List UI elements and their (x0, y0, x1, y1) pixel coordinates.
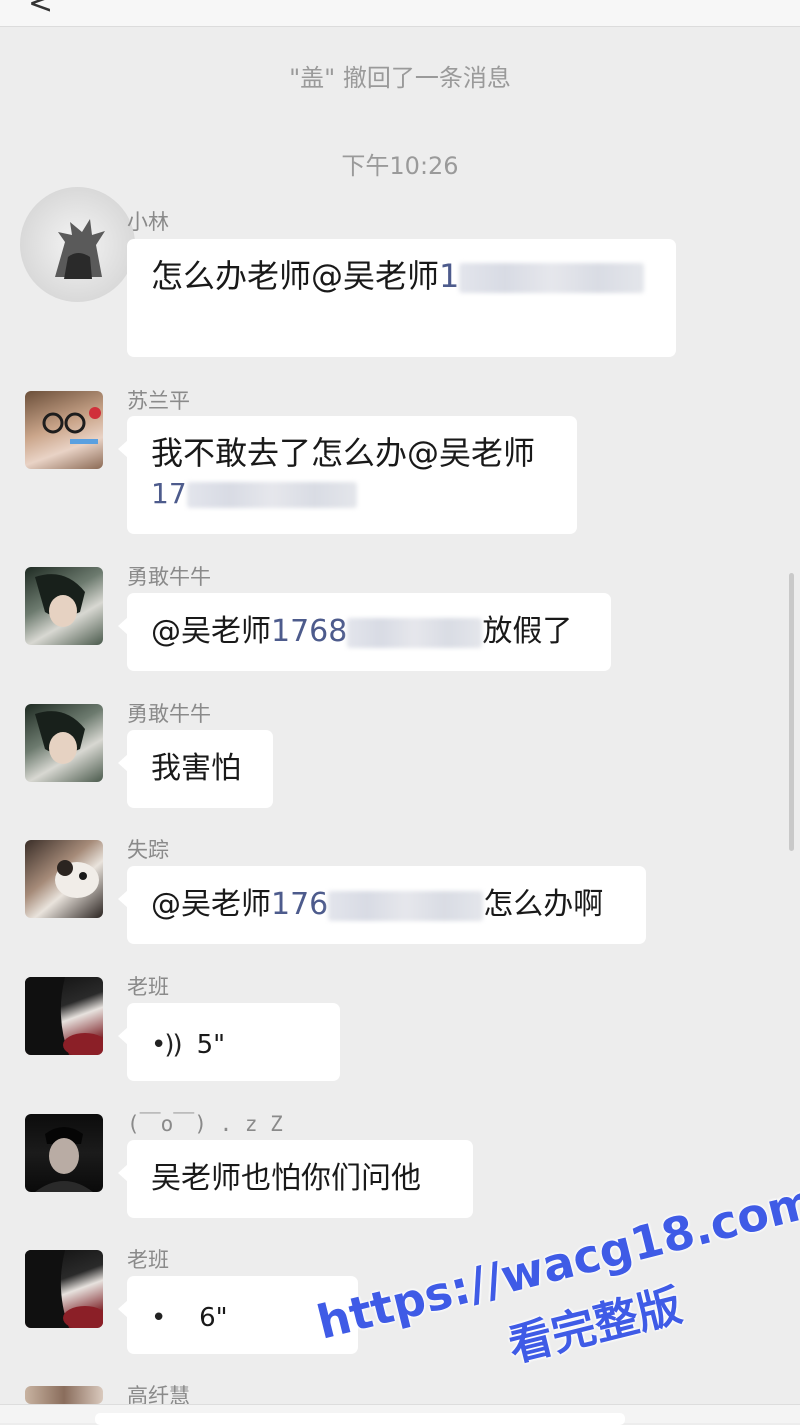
message-text: @吴老师 (151, 614, 271, 649)
voice-duration: 5" (196, 1030, 226, 1060)
dark-avatar[interactable] (25, 977, 103, 1055)
message-input[interactable] (95, 1413, 625, 1425)
message-text: 我害怕 (151, 751, 241, 786)
message-text: 怎么办老师@吴老师 (151, 257, 440, 295)
bubble-tail (118, 440, 128, 458)
blurred-phone (347, 617, 483, 648)
sender-name: 失踪 (127, 838, 169, 862)
sender-name: 苏兰平 (127, 389, 190, 413)
sender-name: 老班 (127, 975, 169, 999)
message-bubble[interactable]: @吴老师1768 放假了 (118, 593, 611, 671)
bubble-tail (118, 1164, 128, 1182)
sender-name: 小林 (127, 210, 169, 234)
message-timestamp: 下午10:26 (341, 152, 459, 180)
blurred-phone (459, 263, 645, 293)
sender-name: 老班 (127, 1248, 169, 1272)
voice-message-bubble[interactable]: •)) 5" (118, 1003, 340, 1081)
message-text: 我不敢去了怎么办@吴老师 (151, 434, 536, 472)
sender-name: 勇敢牛牛 (127, 702, 211, 726)
blurred-phone (328, 890, 484, 921)
dark-avatar[interactable] (25, 1250, 103, 1328)
sender-name: 勇敢牛牛 (127, 565, 211, 589)
partial-avatar[interactable] (25, 1386, 103, 1404)
message-text: @吴老师 (151, 887, 271, 922)
input-bar (0, 1404, 800, 1425)
watermark: https://wacg18.com 看完整版 (290, 1084, 800, 1404)
phone-number[interactable]: 17 (151, 477, 187, 510)
back-icon[interactable]: < (28, 0, 53, 21)
phone-number[interactable]: 1 (439, 257, 459, 295)
voice-duration: 6" (199, 1303, 228, 1333)
blurred-phone (186, 482, 357, 508)
voice-wave-icon: •)) (151, 1030, 183, 1060)
bubble-tail (118, 1027, 128, 1045)
portrait-avatar[interactable] (25, 1114, 103, 1192)
message-bubble[interactable]: 我害怕 (118, 730, 273, 808)
phone-number[interactable]: 1768 (271, 614, 347, 649)
boy-avatar[interactable] (25, 567, 103, 645)
anime-avatar[interactable] (20, 187, 135, 302)
sender-name: (￣o￣) . z Z (127, 1112, 283, 1136)
message-suffix: 放假了 (482, 614, 573, 649)
message-suffix: 怎么办啊 (483, 887, 604, 922)
bubble-tail (118, 617, 128, 635)
bubble-tail (118, 1300, 128, 1318)
bubble-tail (118, 754, 128, 772)
boy-avatar[interactable] (25, 704, 103, 782)
message-bubble[interactable]: @吴老师176 怎么办啊 (118, 866, 646, 944)
voice-wave-icon: • (151, 1303, 184, 1333)
girl-glasses-avatar[interactable] (25, 391, 103, 469)
message-bubble[interactable]: 我不敢去了怎么办@吴老师 17 (118, 416, 577, 534)
scrollbar[interactable] (789, 573, 794, 851)
recall-notice: "盖" 撤回了一条消息 (289, 64, 511, 92)
phone-number[interactable]: 176 (271, 887, 328, 922)
plush-avatar[interactable] (25, 840, 103, 918)
bubble-tail (118, 890, 128, 908)
message-bubble[interactable]: 怎么办老师@吴老师1 (127, 239, 676, 357)
chat-header: < (0, 0, 800, 27)
